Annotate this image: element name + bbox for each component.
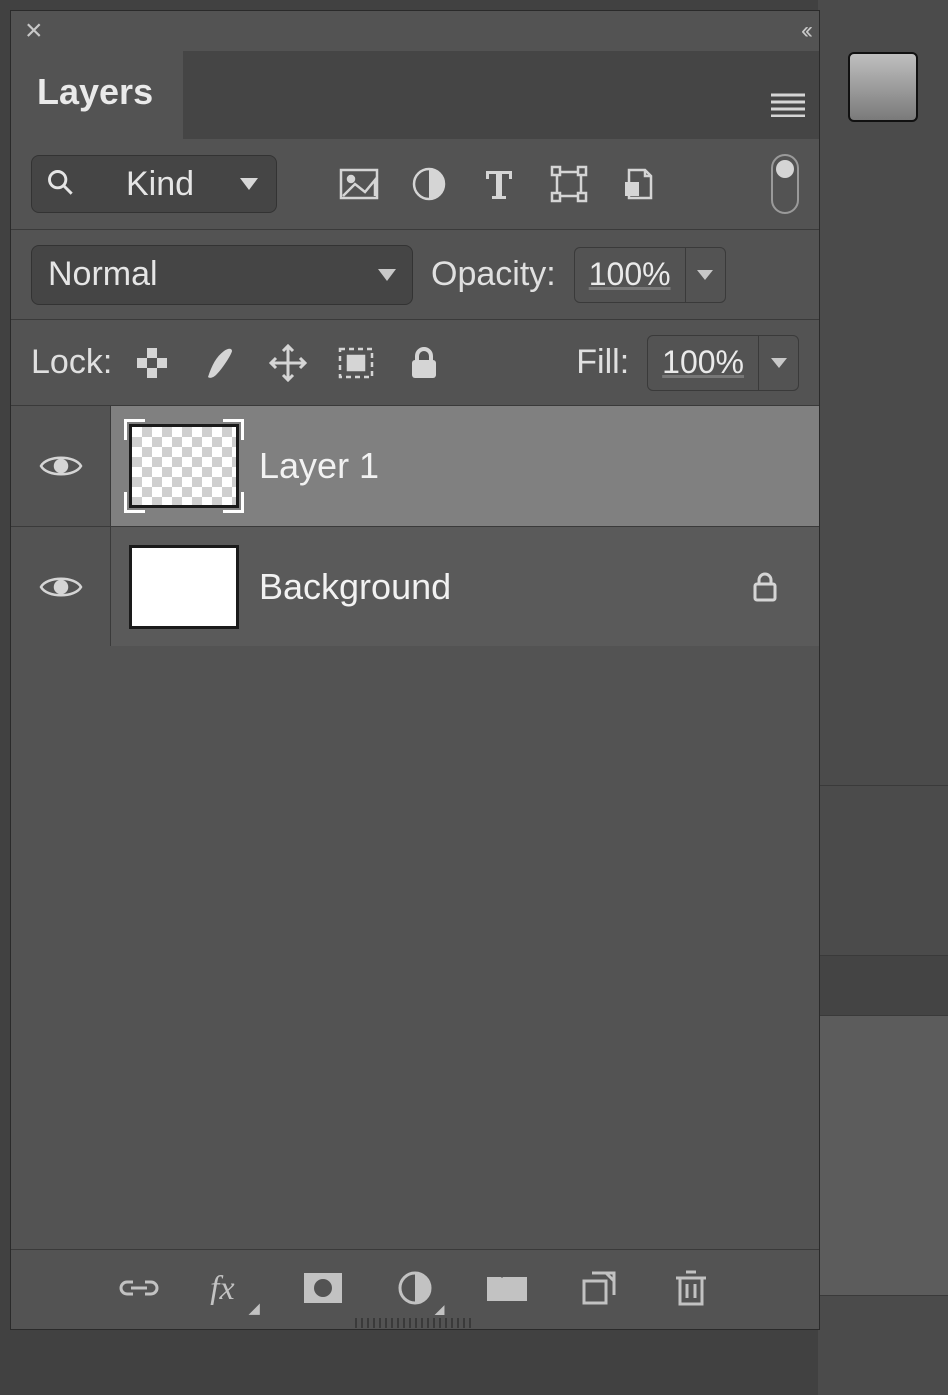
new-group-icon[interactable] (483, 1264, 531, 1312)
chevron-down-icon (771, 358, 787, 368)
lock-label: Lock: (31, 343, 112, 382)
chevron-down-icon (378, 269, 396, 281)
fill-dropdown-button[interactable] (758, 336, 798, 390)
fill-value[interactable]: 100% (648, 344, 758, 381)
close-icon[interactable]: × (25, 14, 43, 48)
opacity-dropdown-button[interactable] (685, 248, 725, 302)
chevron-down-icon (249, 1303, 266, 1320)
dock-slot[interactable] (818, 786, 948, 956)
filter-smartobject-icon[interactable] (613, 158, 665, 210)
eye-icon (39, 572, 83, 602)
lock-image-icon[interactable] (198, 337, 242, 389)
visibility-toggle[interactable] (11, 527, 111, 646)
lock-position-icon[interactable] (266, 337, 310, 389)
filter-toggle[interactable] (771, 154, 799, 214)
fill-label: Fill: (576, 343, 629, 382)
fill-field: 100% (647, 335, 799, 391)
search-icon (46, 168, 74, 201)
layer-style-icon[interactable]: fx (207, 1264, 255, 1312)
tab-layers[interactable]: Layers (11, 51, 183, 139)
link-layers-icon[interactable] (115, 1264, 163, 1312)
layer-bottom-toolbar: fx (11, 1249, 819, 1315)
lock-all-icon[interactable] (402, 337, 446, 389)
adjustment-layer-icon[interactable] (391, 1264, 439, 1312)
panel-menu-icon[interactable] (771, 93, 805, 117)
filter-type-label: Kind (126, 165, 194, 204)
layer-name[interactable]: Layer 1 (259, 445, 801, 487)
dock-slot[interactable] (818, 956, 948, 1016)
filter-type-text-icon[interactable] (473, 158, 525, 210)
layers-panel: × ‹‹ Layers Kind (10, 10, 820, 1330)
right-dock-strip (818, 0, 948, 1395)
eye-icon (39, 451, 83, 481)
filter-type-dropdown[interactable]: Kind (31, 155, 277, 213)
opacity-label: Opacity: (431, 255, 556, 294)
layer-thumbnail[interactable] (129, 424, 239, 508)
layer-list: Layer 1 Background (11, 405, 819, 646)
layer-mask-icon[interactable] (299, 1264, 347, 1312)
filter-adjustment-icon[interactable] (403, 158, 455, 210)
resize-grabber-icon[interactable] (355, 1318, 475, 1328)
dock-slot[interactable] (818, 1076, 948, 1296)
lock-artboard-icon[interactable] (334, 337, 378, 389)
tab-well (183, 51, 771, 139)
layer-row[interactable]: Background (11, 526, 819, 646)
opacity-value[interactable]: 100% (575, 256, 685, 293)
layer-name[interactable]: Background (259, 566, 723, 608)
new-layer-icon[interactable] (575, 1264, 623, 1312)
blend-mode-dropdown[interactable]: Normal (31, 245, 413, 305)
layer-row[interactable]: Layer 1 (11, 406, 819, 526)
blend-mode-label: Normal (48, 255, 158, 294)
delete-layer-icon[interactable] (667, 1264, 715, 1312)
lock-transparent-icon[interactable] (130, 337, 174, 389)
svg-text:fx: fx (210, 1271, 235, 1305)
visibility-toggle[interactable] (11, 406, 111, 526)
lock-icon (743, 571, 787, 603)
tab-label: Layers (37, 71, 153, 113)
dock-tool-icon[interactable] (848, 52, 918, 122)
dock-slot[interactable] (818, 1016, 948, 1076)
opacity-field: 100% (574, 247, 726, 303)
layer-thumbnail[interactable] (129, 545, 239, 629)
chevron-down-icon (697, 270, 713, 280)
chevron-down-icon (240, 178, 258, 190)
filter-shape-icon[interactable] (543, 158, 595, 210)
filter-pixel-icon[interactable] (333, 158, 385, 210)
toggle-dot-icon (776, 160, 794, 178)
